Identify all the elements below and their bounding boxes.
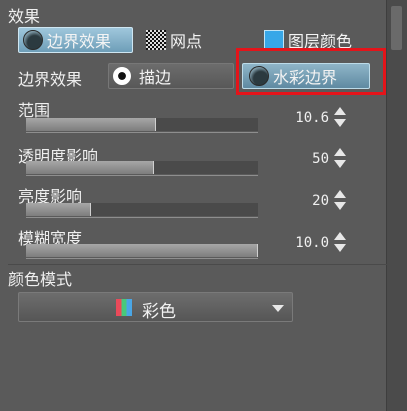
scrollbar-thumb[interactable] xyxy=(391,6,402,50)
slider-fill xyxy=(26,244,258,257)
halftone-checker-icon xyxy=(146,30,166,50)
layer-color-icon xyxy=(264,30,284,50)
panel-scrollbar[interactable] xyxy=(386,0,407,411)
color-mode-label: 颜色模式 xyxy=(8,270,73,289)
spinner-brightness[interactable] xyxy=(333,190,347,212)
edge-effect-label: 边界效果 xyxy=(18,70,83,89)
slider-fill xyxy=(26,161,154,174)
slider-blur-width[interactable] xyxy=(26,244,258,259)
color-mode-value: 彩色 xyxy=(142,302,176,322)
highlight-box xyxy=(236,48,386,95)
chevron-down-icon[interactable] xyxy=(334,202,346,210)
tab-halftone[interactable]: 网点 xyxy=(144,27,250,53)
option-label: 描边 xyxy=(139,68,172,87)
spinner-range[interactable] xyxy=(333,107,347,129)
effect-panel: 效果 边界效果 网点 图层颜色 边界效果 描边 水彩边界 范围 10.6 透明度… xyxy=(0,0,407,411)
slider-value-range[interactable]: 10.6 xyxy=(281,110,329,126)
chevron-up-icon[interactable] xyxy=(334,148,346,156)
option-stroke[interactable]: 描边 xyxy=(108,63,234,89)
slider-value-blur-width[interactable]: 10.0 xyxy=(281,235,329,251)
divider xyxy=(8,264,388,265)
chevron-up-icon[interactable] xyxy=(334,232,346,240)
chevron-down-icon xyxy=(272,305,284,312)
chevron-down-icon[interactable] xyxy=(334,160,346,168)
color-mode-select[interactable]: 彩色 xyxy=(18,292,293,322)
slider-fill xyxy=(26,203,91,216)
tab-label: 网点 xyxy=(170,32,203,51)
tab-border-effect[interactable]: 边界效果 xyxy=(18,27,133,53)
rgb-swatch-icon xyxy=(116,299,132,316)
slider-brightness[interactable] xyxy=(26,203,258,218)
radio-icon xyxy=(113,67,131,85)
chevron-down-icon[interactable] xyxy=(334,244,346,252)
chevron-up-icon[interactable] xyxy=(334,190,346,198)
chevron-up-icon[interactable] xyxy=(334,107,346,115)
spinner-blur-width[interactable] xyxy=(333,232,347,254)
watercolor-circle-icon xyxy=(23,30,43,50)
section-title: 效果 xyxy=(8,7,41,26)
slider-range[interactable] xyxy=(26,118,258,133)
slider-value-brightness[interactable]: 20 xyxy=(281,193,329,209)
slider-fill xyxy=(26,118,156,131)
spinner-opacity[interactable] xyxy=(333,148,347,170)
tab-label: 边界效果 xyxy=(47,32,112,51)
chevron-down-icon[interactable] xyxy=(334,119,346,127)
slider-opacity[interactable] xyxy=(26,161,258,176)
slider-value-opacity[interactable]: 50 xyxy=(281,151,329,167)
